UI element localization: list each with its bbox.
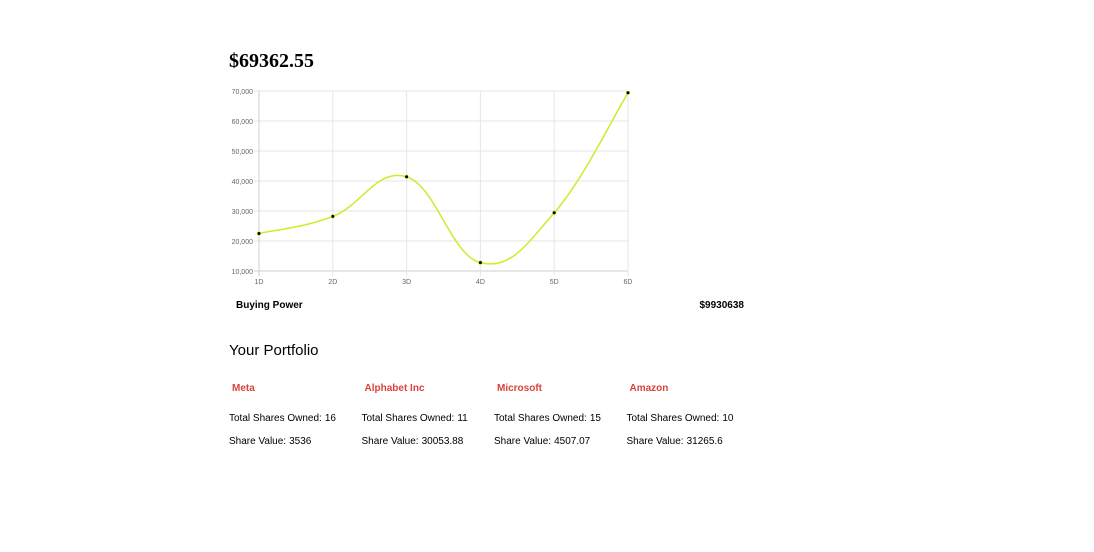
y-tick-label: 60,000 — [232, 119, 254, 126]
data-point — [256, 231, 262, 236]
series-line — [258, 92, 629, 265]
stock-card-alphabet: Alphabet Inc Total Shares Owned: 11 Share… — [362, 382, 495, 448]
balance-value: $69362.55 — [229, 50, 314, 72]
value-label: Share Value: — [229, 436, 287, 447]
stock-name[interactable]: Meta — [232, 382, 362, 395]
data-point — [404, 174, 409, 179]
stock-shares: Total Shares Owned: 16 — [229, 412, 362, 425]
stock-card-meta: Meta Total Shares Owned: 16 Share Value: 3… — [229, 382, 362, 448]
share-value: 4507.07 — [554, 436, 591, 447]
value-label: Share Value: — [626, 436, 684, 447]
y-tick-label: 30,000 — [232, 209, 254, 216]
shares-value: 10 — [722, 413, 734, 424]
share-value: 31265.6 — [686, 436, 723, 447]
stock-value: Share Value: 3536 — [229, 435, 362, 448]
share-value: 3536 — [289, 436, 312, 447]
stock-value: Share Value: 30053.88 — [362, 435, 495, 448]
shares-value: 16 — [324, 413, 336, 424]
buying-power-label: Buying Power — [236, 300, 303, 311]
portfolio-stock-list: Meta Total Shares Owned: 16 Share Value: 3… — [229, 382, 759, 448]
x-tick-label: 5D — [550, 279, 559, 286]
stock-value: Share Value: 4507.07 — [494, 435, 627, 448]
stock-shares: Total Shares Owned: 10 — [627, 412, 760, 425]
y-tick-label: 50,000 — [232, 149, 254, 156]
value-label: Share Value: — [361, 436, 419, 447]
x-tick-label: 6D — [624, 279, 633, 286]
shares-value: 15 — [589, 413, 601, 424]
stock-name[interactable]: Microsoft — [497, 382, 627, 395]
x-tick-label: 1D — [255, 279, 264, 286]
portfolio-value-chart: 10,000 20,000 30,000 40,000 50,000 60,000 70,0… — [232, 89, 633, 286]
stock-card-microsoft: Microsoft Total Shares Owned: 15 Share Va… — [494, 382, 627, 448]
stock-name[interactable]: Alphabet Inc — [365, 382, 495, 395]
stock-value: Share Value: 31265.6 — [627, 435, 760, 448]
y-tick-label: 20,000 — [232, 239, 254, 246]
buying-power-value: $9930638 — [699, 300, 745, 311]
shares-value: 11 — [457, 413, 468, 424]
y-tick-label: 40,000 — [232, 179, 254, 186]
stock-shares: Total Shares Owned: 15 — [494, 412, 627, 425]
portfolio-title: Your Portfolio — [229, 342, 319, 359]
data-point — [330, 214, 335, 219]
y-tick-label: 70,000 — [232, 89, 254, 96]
data-point — [625, 90, 631, 95]
data-point — [552, 210, 557, 215]
stock-shares: Total Shares Owned: 11 — [362, 412, 495, 425]
stock-name[interactable]: Amazon — [630, 382, 760, 395]
shares-label: Total Shares Owned: — [626, 413, 720, 424]
x-tick-label: 3D — [402, 279, 411, 286]
shares-label: Total Shares Owned: — [229, 413, 322, 424]
y-tick-label: 10,000 — [232, 269, 254, 276]
stock-card-amazon: Amazon Total Shares Owned: 10 Share Value… — [627, 382, 760, 448]
data-point — [478, 260, 483, 265]
shares-label: Total Shares Owned: — [494, 413, 587, 424]
share-value: 30053.88 — [421, 436, 464, 447]
x-tick-label: 2D — [328, 279, 337, 286]
shares-label: Total Shares Owned: — [361, 413, 455, 424]
buying-power-row: Buying Power $9930638 — [236, 299, 744, 312]
x-tick-label: 4D — [476, 279, 485, 286]
value-label: Share Value: — [494, 436, 552, 447]
